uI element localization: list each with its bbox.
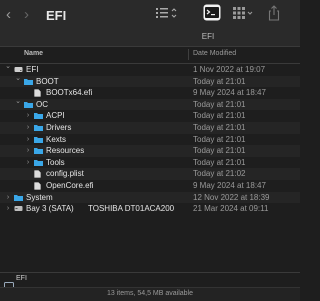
folder-icon xyxy=(34,159,43,166)
item-name: ACPI xyxy=(46,111,65,121)
chevron-down-icon[interactable]: ⌄ xyxy=(14,73,22,85)
item-date: 9 May 2024 at 18:47 xyxy=(193,88,266,98)
item-date: Today at 21:01 xyxy=(193,111,246,121)
item-name: BOOT xyxy=(36,76,59,86)
list-item[interactable]: ⌄ OC Today at 21:01 xyxy=(0,96,300,111)
hard-drive-icon xyxy=(14,205,23,212)
list-item[interactable]: › System 12 Nov 2022 at 18:39 xyxy=(0,191,300,204)
folder-icon xyxy=(34,136,43,143)
file-icon xyxy=(34,89,43,97)
item-name: OpenCore.efi xyxy=(46,180,94,190)
item-date: Today at 21:01 xyxy=(193,134,246,144)
item-date: 1 Nov 2022 at 19:07 xyxy=(193,65,266,74)
file-icon xyxy=(34,182,43,190)
status-bar: 13 items, 54,5 MB available xyxy=(0,287,300,301)
file-icon xyxy=(34,170,43,179)
file-list: ⌄ EFI 1 Nov 2022 at 19:07 ⌄ BOOT Today at 21:… xyxy=(0,61,300,215)
item-extra-label: TOSHIBA DT01ACA200 xyxy=(88,204,175,214)
item-name: System xyxy=(26,192,53,202)
folder-icon xyxy=(34,112,43,120)
path-bar: EFI xyxy=(0,272,300,289)
item-date: Today at 21:01 xyxy=(193,157,246,167)
chevron-right-icon[interactable]: › xyxy=(4,203,12,215)
list-item[interactable]: › Tools Today at 21:01 xyxy=(0,157,300,169)
tab-bar xyxy=(0,30,300,47)
chevron-right-icon[interactable]: › xyxy=(24,110,32,122)
item-date: 9 May 2024 at 18:47 xyxy=(193,180,266,190)
item-name: OC xyxy=(36,99,48,109)
path-item-efi[interactable]: EFI xyxy=(16,275,27,282)
list-item[interactable]: › Kexts Today at 21:01 xyxy=(0,134,300,146)
item-date: 12 Nov 2022 at 18:39 xyxy=(193,192,270,202)
item-name: Kexts xyxy=(46,134,67,144)
chevron-right-icon[interactable]: › xyxy=(24,157,32,169)
toolbar: ‹ › EFI xyxy=(0,0,300,30)
item-name: Drivers xyxy=(46,122,72,132)
column-name-header[interactable]: Name xyxy=(24,50,43,57)
item-name: EFI xyxy=(26,65,39,74)
column-divider[interactable] xyxy=(188,49,189,60)
tab-efi[interactable]: EFI xyxy=(178,32,238,41)
item-name: BOOTx64.efi xyxy=(46,88,93,98)
item-name: Bay 3 (SATA) xyxy=(26,204,74,214)
list-item[interactable]: BOOTx64.efi 9 May 2024 at 18:47 xyxy=(0,87,300,99)
chevron-right-icon[interactable]: › xyxy=(24,145,32,157)
chevron-right-icon[interactable]: › xyxy=(4,192,12,204)
forward-button[interactable]: › xyxy=(24,7,29,22)
list-item[interactable]: › ACPI Today at 21:01 xyxy=(0,110,300,122)
item-name: Tools xyxy=(46,157,65,167)
folder-icon xyxy=(14,194,23,201)
folder-icon xyxy=(24,101,33,108)
share-icon[interactable] xyxy=(268,5,280,26)
list-item[interactable]: config.plist Today at 21:02 xyxy=(0,168,300,180)
item-date: Today at 21:01 xyxy=(193,146,246,156)
item-name: config.plist xyxy=(46,169,84,179)
column-date-header[interactable]: Date Modified xyxy=(193,50,236,57)
chevron-down-icon[interactable]: ⌄ xyxy=(4,61,12,73)
list-item[interactable]: › Bay 3 (SATA) TOSHIBA DT01ACA200 21 Mar 20… xyxy=(0,203,300,215)
item-date: Today at 21:01 xyxy=(193,99,246,109)
list-item[interactable]: › Drivers Today at 21:01 xyxy=(0,121,300,134)
item-date: Today at 21:01 xyxy=(193,76,246,86)
chevron-right-icon[interactable]: › xyxy=(24,134,32,146)
folder-icon xyxy=(34,147,43,155)
list-view-icon[interactable] xyxy=(155,6,179,25)
terminal-icon[interactable] xyxy=(203,4,221,26)
item-name: Resources xyxy=(46,146,85,156)
column-header: Name Date Modified xyxy=(0,47,300,64)
chevron-right-icon[interactable]: › xyxy=(24,122,32,134)
item-date: Today at 21:02 xyxy=(193,169,246,179)
list-item[interactable]: OpenCore.efi 9 May 2024 at 18:47 xyxy=(0,180,300,192)
list-item[interactable]: › Resources Today at 21:01 xyxy=(0,145,300,157)
window-title: EFI xyxy=(46,8,67,23)
list-item[interactable]: ⌄ EFI 1 Nov 2022 at 19:07 xyxy=(0,61,300,76)
status-text: 13 items, 54,5 MB available xyxy=(107,290,193,297)
back-button[interactable]: ‹ xyxy=(6,7,11,22)
item-date: 21 Mar 2024 at 09:11 xyxy=(193,204,269,214)
folder-icon xyxy=(34,124,43,131)
grid-icon[interactable] xyxy=(232,6,254,25)
folder-icon xyxy=(24,78,33,85)
chevron-down-icon[interactable]: ⌄ xyxy=(14,96,22,108)
item-date: Today at 21:01 xyxy=(193,122,246,132)
list-item[interactable]: ⌄ BOOT Today at 21:01 xyxy=(0,73,300,88)
